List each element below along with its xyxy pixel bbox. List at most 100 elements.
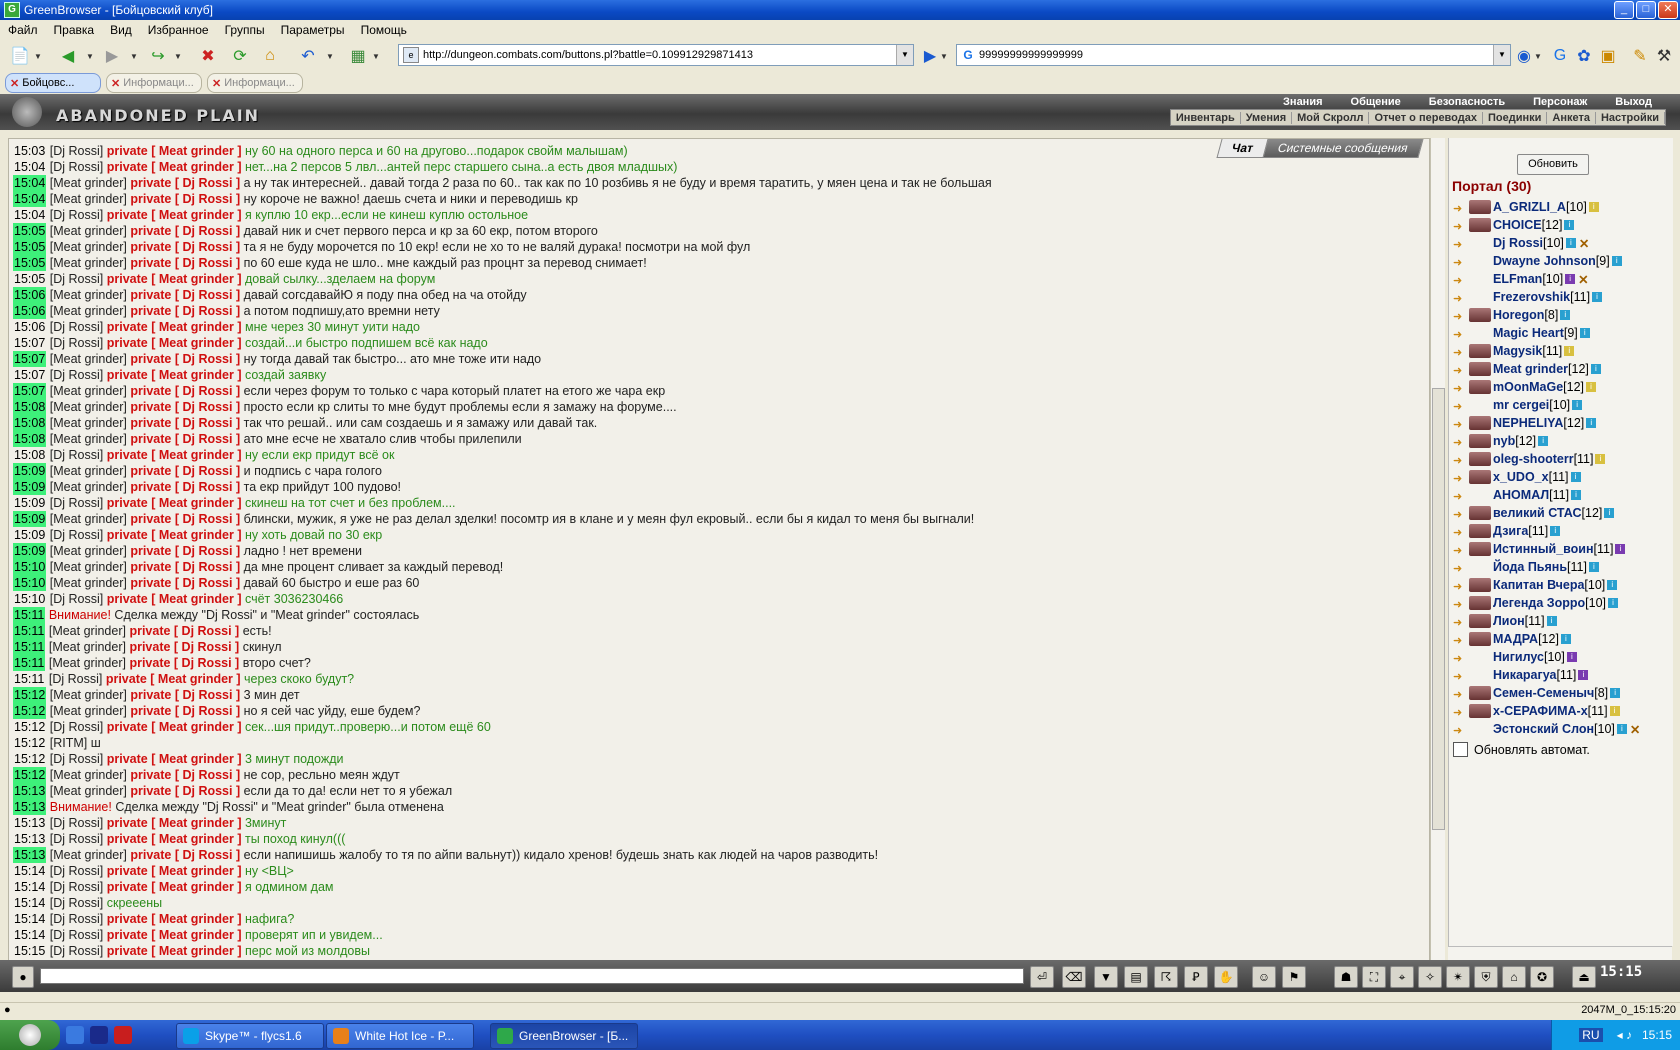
message-time[interactable]: 15:10 xyxy=(13,575,47,591)
sub-nav-link[interactable]: Инвентарь xyxy=(1171,111,1241,124)
private-recipient[interactable]: private [ Dj Rossi ] xyxy=(130,384,240,398)
close-tab-icon[interactable]: ✕ xyxy=(10,77,19,90)
chat-input[interactable] xyxy=(40,968,1024,984)
private-recipient[interactable]: private [ Meat grinder ] xyxy=(107,336,242,350)
private-recipient[interactable]: private [ Dj Rossi ] xyxy=(130,192,240,206)
private-recipient[interactable]: private [ Meat grinder ] xyxy=(107,912,242,926)
menu-item[interactable]: Избранное xyxy=(140,23,217,37)
close-tab-icon[interactable]: ✕ xyxy=(111,77,120,90)
private-recipient[interactable]: private [ Dj Rossi ] xyxy=(129,624,239,638)
user-name[interactable]: nyb xyxy=(1493,434,1515,448)
message-sender[interactable]: [Dj Rossi] xyxy=(50,928,103,942)
search-engine-icon[interactable]: ◉ xyxy=(1512,44,1536,68)
filter-icon[interactable]: ▼ xyxy=(1094,966,1118,988)
go-button[interactable]: ▶ xyxy=(918,44,942,68)
user-name[interactable]: Нигилус xyxy=(1493,650,1544,664)
user-name[interactable]: Капитан Вчера xyxy=(1493,578,1584,592)
message-time[interactable]: 15:14 xyxy=(13,911,46,927)
user-info-icon[interactable]: i xyxy=(1616,724,1627,734)
message-sender[interactable]: [Meat grinder] xyxy=(50,256,127,270)
app-icon[interactable] xyxy=(90,1026,108,1044)
chevron-down-icon[interactable]: ▼ xyxy=(174,52,182,61)
private-recipient[interactable]: private [ Meat grinder ] xyxy=(106,672,241,686)
private-message-icon[interactable]: ➜ xyxy=(1453,616,1467,629)
private-recipient[interactable]: private [ Meat grinder ] xyxy=(107,832,242,846)
private-message-icon[interactable]: ➜ xyxy=(1453,562,1467,575)
nav-link[interactable]: Выход xyxy=(1601,96,1666,108)
user-info-icon[interactable]: i xyxy=(1592,292,1603,302)
user-info-icon[interactable]: i xyxy=(1560,634,1571,644)
private-recipient[interactable]: private [ Dj Rossi ] xyxy=(130,416,240,430)
message-time[interactable]: 15:12 xyxy=(13,735,46,751)
message-sender[interactable]: [Meat grinder] xyxy=(50,688,127,702)
address-input[interactable]: http://dungeon.combats.com/buttons.pl?ba… xyxy=(423,49,753,61)
private-recipient[interactable]: private [ Dj Rossi ] xyxy=(130,256,240,270)
chevron-down-icon[interactable]: ▼ xyxy=(940,52,948,61)
scrollbar-thumb[interactable] xyxy=(1432,388,1445,830)
private-recipient[interactable]: private [ Dj Rossi ] xyxy=(130,304,240,318)
private-message-icon[interactable]: ➜ xyxy=(1453,526,1467,539)
message-time[interactable]: 15:13 xyxy=(13,815,46,831)
opera-icon[interactable] xyxy=(114,1026,132,1044)
private-recipient[interactable]: private [ Meat grinder ] xyxy=(107,528,242,542)
save-icon[interactable]: ▤ xyxy=(1124,966,1148,988)
go-up-icon[interactable]: ↪ xyxy=(146,44,170,68)
private-message-icon[interactable]: ➜ xyxy=(1453,472,1467,485)
message-sender[interactable]: [Meat grinder] xyxy=(50,480,127,494)
message-time[interactable]: 15:11 xyxy=(13,623,46,639)
message-sender[interactable]: [Meat grinder] xyxy=(50,288,127,302)
auto-refresh-checkbox[interactable] xyxy=(1453,742,1468,757)
private-recipient[interactable]: private [ Meat grinder ] xyxy=(107,864,242,878)
message-sender[interactable]: [Meat grinder] xyxy=(50,768,127,782)
message-time[interactable]: 15:07 xyxy=(13,335,46,351)
message-sender[interactable]: [Dj Rossi] xyxy=(50,896,103,910)
message-time[interactable]: 15:08 xyxy=(13,399,47,415)
sub-nav-link[interactable]: Настройки xyxy=(1596,111,1665,124)
message-time[interactable]: 15:04 xyxy=(13,191,47,207)
chevron-down-icon[interactable]: ▼ xyxy=(130,52,138,61)
private-recipient[interactable]: private [ Dj Rossi ] xyxy=(130,544,240,558)
sub-nav-link[interactable]: Поединки xyxy=(1483,111,1548,124)
home-icon[interactable]: ⌂ xyxy=(1502,966,1526,988)
magic-icon[interactable]: ✴ xyxy=(1446,966,1470,988)
smile-icon[interactable]: ☺ xyxy=(1252,966,1276,988)
message-sender[interactable]: [Meat grinder] xyxy=(50,576,127,590)
message-sender[interactable]: [Meat grinder] xyxy=(49,624,126,638)
message-time[interactable]: 15:14 xyxy=(13,863,46,879)
private-recipient[interactable]: private [ Dj Rossi ] xyxy=(130,576,240,590)
dance-icon[interactable]: ☈ xyxy=(1154,966,1178,988)
user-name[interactable]: Frezerovshik xyxy=(1493,290,1570,304)
user-info-icon[interactable]: i xyxy=(1595,454,1606,464)
user-info-icon[interactable]: i xyxy=(1588,562,1599,572)
private-recipient[interactable]: private [ Dj Rossi ] xyxy=(130,704,240,718)
message-time[interactable]: 15:09 xyxy=(13,543,47,559)
message-time[interactable]: 15:09 xyxy=(13,479,47,495)
private-recipient[interactable]: private [ Meat grinder ] xyxy=(107,496,242,510)
user-name[interactable]: NEPHELIYA xyxy=(1493,416,1563,430)
private-recipient[interactable]: private [ Dj Rossi ] xyxy=(129,656,239,670)
message-time[interactable]: 15:04 xyxy=(13,207,46,223)
message-sender[interactable]: [Dj Rossi] xyxy=(50,944,103,958)
message-time[interactable]: 15:11 xyxy=(13,607,46,623)
message-sender[interactable]: [Dj Rossi] xyxy=(50,336,103,350)
user-info-icon[interactable]: i xyxy=(1564,346,1575,356)
close-tab-icon[interactable]: ✕ xyxy=(212,77,221,90)
eraser-icon[interactable]: ⌫ xyxy=(1062,966,1086,988)
message-time[interactable]: 15:06 xyxy=(13,303,47,319)
private-message-icon[interactable]: ➜ xyxy=(1453,670,1467,683)
private-recipient[interactable]: private [ Dj Rossi ] xyxy=(130,240,240,254)
user-info-icon[interactable]: i xyxy=(1572,400,1583,410)
private-recipient[interactable]: private [ Dj Rossi ] xyxy=(130,560,240,574)
message-time[interactable]: 15:09 xyxy=(13,463,47,479)
private-recipient[interactable]: private [ Meat grinder ] xyxy=(107,368,242,382)
user-info-icon[interactable]: i xyxy=(1578,670,1589,680)
private-recipient[interactable]: private [ Dj Rossi ] xyxy=(130,688,240,702)
message-sender[interactable]: [RITM] xyxy=(50,736,88,750)
private-message-icon[interactable]: ➜ xyxy=(1453,454,1467,467)
maximize-button[interactable]: □ xyxy=(1636,1,1656,19)
user-name[interactable]: Эстонский Слон xyxy=(1493,722,1594,736)
private-recipient[interactable]: private [ Dj Rossi ] xyxy=(130,464,240,478)
message-sender[interactable]: [Dj Rossi] xyxy=(50,816,103,830)
gift-icon[interactable]: ✪ xyxy=(1530,966,1554,988)
translate-icon[interactable]: Ꝑ xyxy=(1184,966,1208,988)
